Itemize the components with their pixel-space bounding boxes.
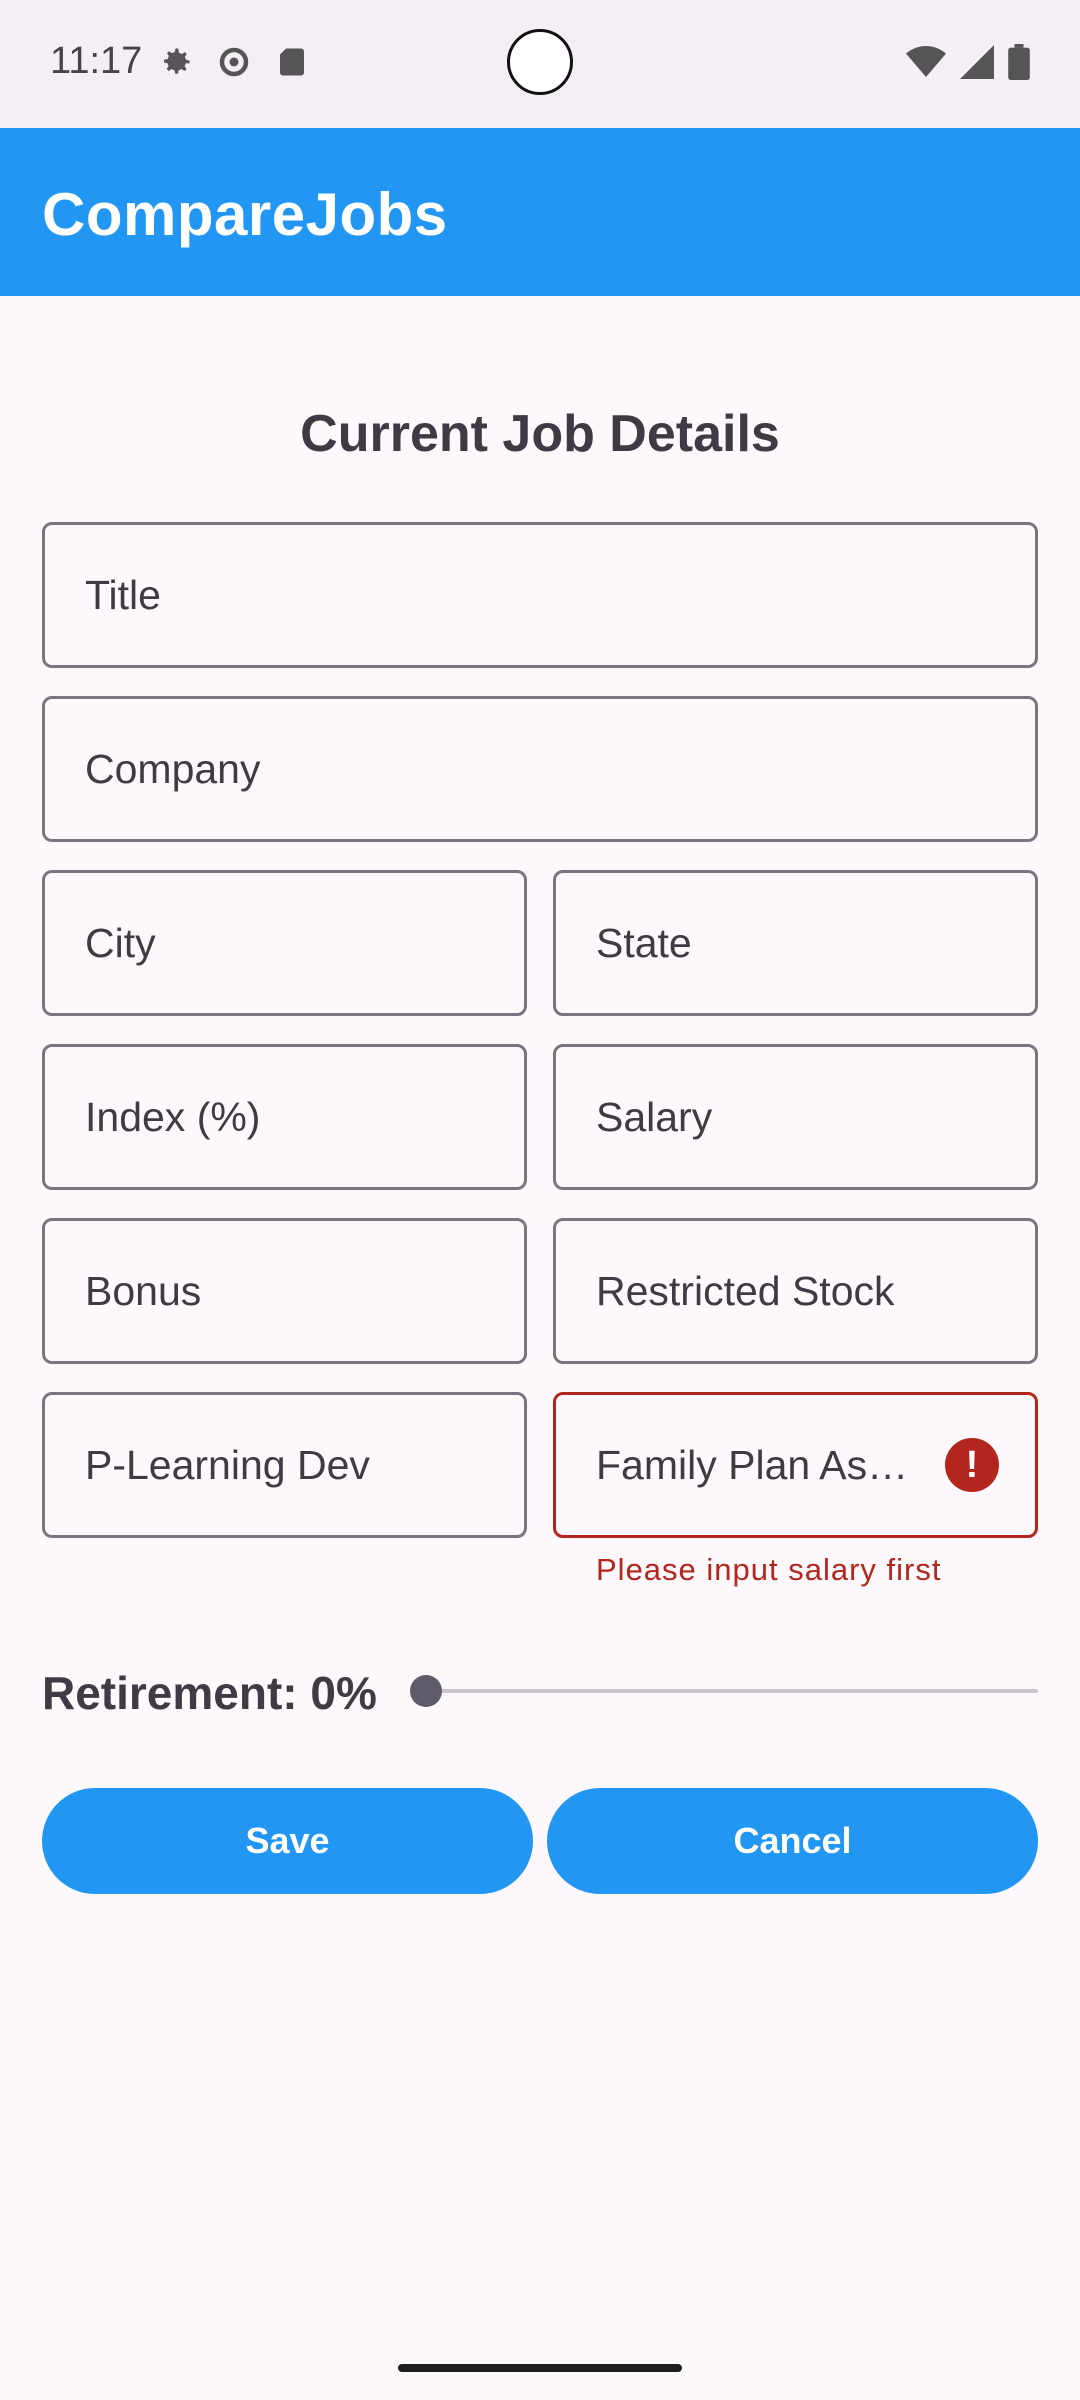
bonus-field-label: Bonus (85, 1267, 202, 1314)
retirement-slider-thumb[interactable] (410, 1675, 442, 1707)
salary-field[interactable]: Salary (553, 1044, 1038, 1190)
wifi-icon (906, 45, 946, 84)
index-field-label: Index (%) (85, 1093, 261, 1140)
status-time: 11:17 (50, 40, 143, 82)
settings-gear-icon (158, 44, 194, 80)
family-plan-field[interactable]: Family Plan As… ! (553, 1392, 1038, 1538)
company-field[interactable]: Company (42, 696, 1038, 842)
retirement-label: Retirement: 0% (42, 1667, 377, 1719)
battery-icon (1008, 44, 1030, 85)
status-left-icons (158, 44, 310, 80)
camera-cutout (507, 29, 573, 95)
save-button[interactable]: Save (42, 1788, 533, 1894)
state-field-label: State (596, 919, 692, 966)
bonus-field[interactable]: Bonus (42, 1218, 527, 1364)
family-plan-error-message: Please input salary first (596, 1552, 942, 1587)
restricted-stock-field-label: Restricted Stock (596, 1267, 895, 1314)
status-right-icons (906, 44, 1030, 85)
index-field[interactable]: Index (%) (42, 1044, 527, 1190)
family-plan-field-label: Family Plan As… (596, 1441, 909, 1488)
learning-dev-field-label: P-Learning Dev (85, 1441, 370, 1488)
title-field[interactable]: Title (42, 522, 1038, 668)
cell-signal-icon (960, 45, 994, 84)
state-field[interactable]: State (553, 870, 1038, 1016)
restricted-stock-field[interactable]: Restricted Stock (553, 1218, 1038, 1364)
home-indicator[interactable] (398, 2364, 682, 2372)
learning-dev-field[interactable]: P-Learning Dev (42, 1392, 527, 1538)
cancel-button[interactable]: Cancel (547, 1788, 1038, 1894)
city-field-label: City (85, 919, 156, 966)
company-field-label: Company (85, 745, 261, 792)
app-bar: CompareJobs (0, 128, 1080, 296)
sd-card-icon (274, 44, 310, 80)
status-bar: 11:17 (0, 0, 1080, 128)
page-title: Current Job Details (300, 405, 780, 463)
settings-icon (216, 44, 252, 80)
retirement-slider-track[interactable] (426, 1689, 1038, 1693)
salary-field-label: Salary (596, 1093, 713, 1140)
city-field[interactable]: City (42, 870, 527, 1016)
error-icon: ! (945, 1438, 999, 1492)
app-title: CompareJobs (42, 181, 448, 248)
job-details-screen: 11:17 CompareJobs Current Job Details Ti… (0, 0, 1080, 2400)
title-field-label: Title (85, 571, 161, 618)
